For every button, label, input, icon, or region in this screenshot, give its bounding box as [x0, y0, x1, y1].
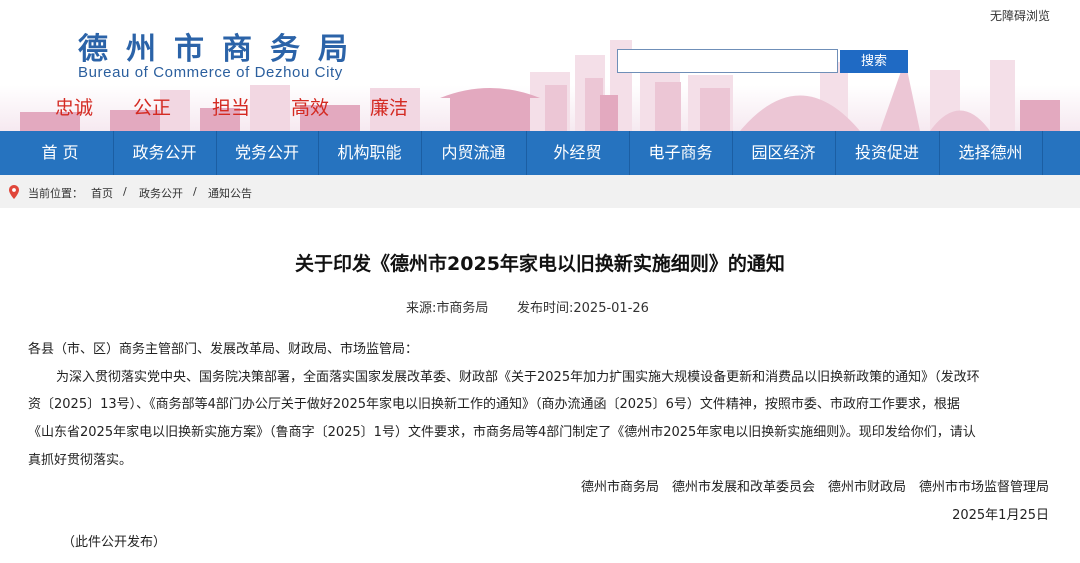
- nav-item-domestic-trade[interactable]: 内贸流通: [422, 131, 525, 175]
- location-pin-icon: [9, 185, 19, 199]
- site-title: 德州市商务局: [78, 32, 366, 67]
- nav-item-choose-dezhou[interactable]: 选择德州: [940, 131, 1041, 175]
- article-source: 来源:市商务局: [406, 301, 489, 316]
- breadcrumb-prefix: 当前位置：: [28, 187, 83, 200]
- motto-loyalty: 忠诚: [55, 97, 94, 119]
- article-paragraph-line: 《山东省2025年家电以旧换新实施方案》（鲁商字〔2025〕1号）文件要求，市商…: [28, 425, 976, 440]
- breadcrumb-separator: /: [123, 185, 127, 198]
- nav-item-investment[interactable]: 投资促进: [836, 131, 938, 175]
- article-paragraph-line: 真抓好贯彻落实。: [28, 453, 133, 468]
- accessibility-link[interactable]: 无障碍浏览: [990, 7, 1050, 24]
- site-header: 德州市商务局 Bureau of Commerce of Dezhou City…: [0, 0, 1080, 131]
- main-nav: 首 页 政务公开 党务公开 机构职能 内贸流通 外经贸 电子商务 园区经济 投资…: [0, 131, 1080, 175]
- breadcrumb-government-affairs[interactable]: 政务公开: [139, 185, 183, 201]
- article-paragraph-line: 为深入贯彻落实党中央、国务院决策部署，全面落实国家发展改革委、财政部《关于202…: [56, 370, 980, 385]
- breadcrumb-home[interactable]: 首页: [91, 185, 113, 201]
- nav-item-government-affairs[interactable]: 政务公开: [114, 131, 215, 175]
- article-signatories: 德州市商务局 德州市发展和改革委员会 德州市财政局 德州市市场监督管理局: [580, 480, 1049, 495]
- nav-item-foreign-trade[interactable]: 外经贸: [527, 131, 628, 175]
- motto-efficiency: 高效: [291, 97, 330, 119]
- motto-justice: 公正: [133, 97, 172, 119]
- nav-item-home[interactable]: 首 页: [20, 131, 100, 175]
- article-date: 2025年1月25日: [952, 508, 1049, 523]
- breadcrumb-separator: /: [193, 185, 197, 198]
- article-disclosure-note: （此件公开发布）: [62, 535, 167, 550]
- nav-item-party-affairs[interactable]: 党务公开: [217, 131, 317, 175]
- nav-item-organization[interactable]: 机构职能: [319, 131, 420, 175]
- article-salutation: 各县（市、区）商务主管部门、发展改革局、财政局、市场监管局：: [28, 342, 419, 357]
- search-input[interactable]: [617, 49, 838, 73]
- nav-item-ecommerce[interactable]: 电子商务: [630, 131, 731, 175]
- search-button[interactable]: 搜索: [840, 50, 908, 73]
- motto-responsibility: 担当: [212, 97, 251, 119]
- site-subtitle: Bureau of Commerce of Dezhou City: [78, 64, 343, 81]
- breadcrumb: 当前位置： 首页 / 政务公开 / 通知公告: [0, 175, 1080, 208]
- article-publish-time: 发布时间:2025-01-26: [517, 301, 649, 316]
- nav-item-park-economy[interactable]: 园区经济: [733, 131, 834, 175]
- motto-integrity: 廉洁: [370, 97, 409, 119]
- article-paragraph-line: 资〔2025〕13号）、《商务部等4部门办公厅关于做好2025年家电以旧换新工作…: [28, 397, 960, 412]
- breadcrumb-notices[interactable]: 通知公告: [208, 185, 252, 201]
- nav-separator: [1042, 131, 1043, 175]
- article-title: 关于印发《德州市2025年家电以旧换新实施细则》的通知: [295, 253, 785, 275]
